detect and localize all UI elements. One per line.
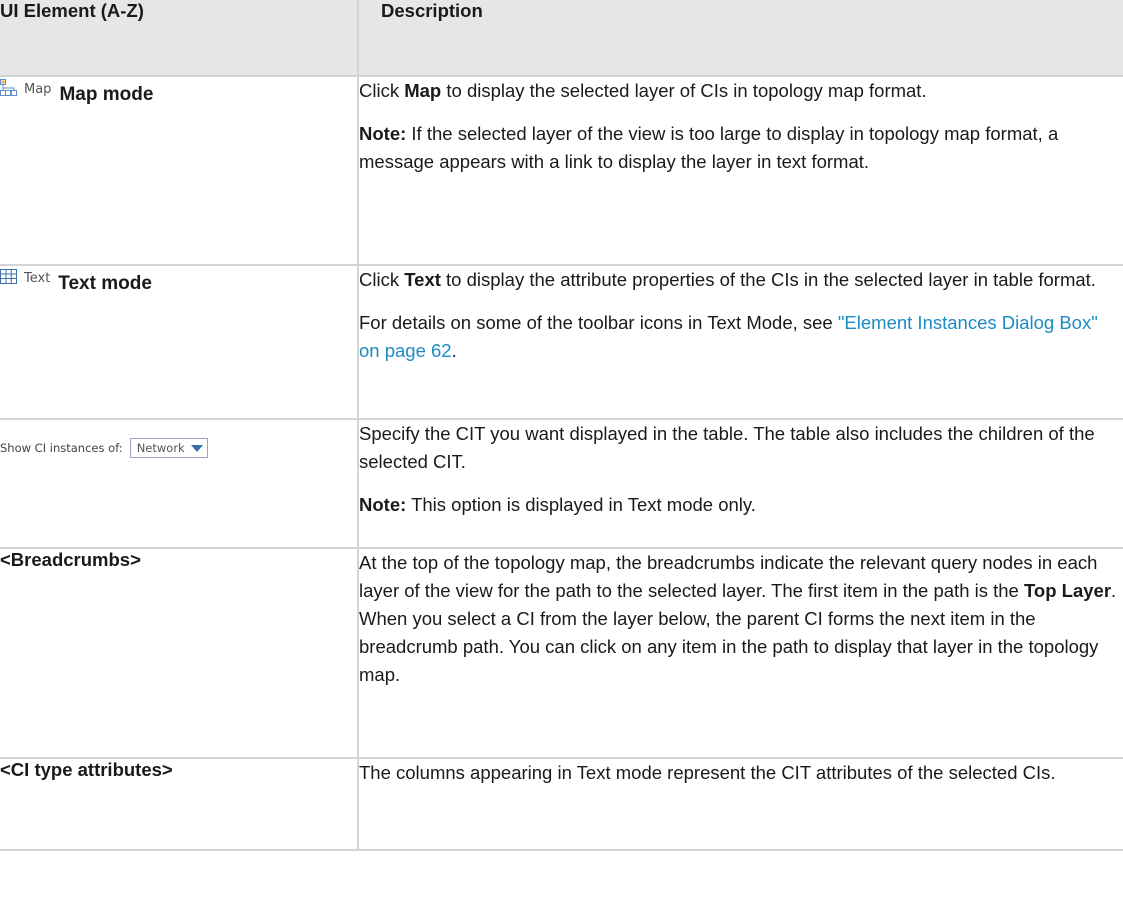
- ui-element-cell: Show CI instances of: Network: [0, 418, 359, 549]
- table-row-show-ci-instances: Show CI instances of: Network Specify th…: [0, 418, 1123, 549]
- note-paragraph: Note: If the selected layer of the view …: [359, 120, 1123, 176]
- text-button-label: Text: [24, 270, 51, 286]
- table-row-breadcrumbs: <Breadcrumbs> At the top of the topology…: [0, 547, 1123, 759]
- bold-term: Top Layer: [1024, 580, 1112, 601]
- text: For details on some of the toolbar icons…: [359, 312, 838, 333]
- ui-element-cell: <CI type attributes>: [0, 757, 359, 851]
- text-button: Text: [0, 268, 51, 288]
- note-paragraph: Note: This option is displayed in Text m…: [359, 491, 1123, 519]
- note-label: Note:: [359, 494, 407, 515]
- text: .: [451, 340, 457, 361]
- cit-select-value: Network: [136, 441, 185, 455]
- show-ci-instances-label: Show CI instances of:: [0, 441, 123, 455]
- bold-term: Text: [404, 269, 441, 290]
- element-title: Map mode: [59, 84, 154, 105]
- description-cell: At the top of the topology map, the brea…: [357, 547, 1123, 759]
- description-paragraph: At the top of the topology map, the brea…: [359, 549, 1123, 689]
- table-row-map-mode: Map Map mode Click Map to display the se…: [0, 75, 1123, 266]
- description-paragraph: Click Map to display the selected layer …: [359, 77, 1123, 105]
- table-header-row: UI Element (A-Z) Description: [0, 0, 1123, 77]
- column-header-ui-element: UI Element (A-Z): [0, 0, 359, 77]
- element-title: Text mode: [58, 273, 152, 294]
- text: Click: [359, 80, 405, 101]
- ui-element-cell: Text Text mode: [0, 264, 359, 420]
- bold-term: Map: [404, 80, 442, 101]
- description-paragraph: For details on some of the toolbar icons…: [359, 309, 1123, 365]
- text: At the top of the topology map, the brea…: [359, 552, 1098, 601]
- table-row-text-mode: Text Text mode Click Text to display the…: [0, 264, 1123, 420]
- description-cell: The columns appearing in Text mode repre…: [357, 757, 1123, 851]
- description-paragraph: The columns appearing in Text mode repre…: [359, 762, 1056, 783]
- element-title: <Breadcrumbs>: [0, 549, 141, 570]
- column-header-description: Description: [357, 0, 1123, 77]
- show-ci-instances-control: Show CI instances of: Network: [0, 438, 208, 458]
- description-paragraph: Specify the CIT you want displayed in th…: [359, 423, 1095, 472]
- element-title: <CI type attributes>: [0, 759, 173, 780]
- description-cell: Specify the CIT you want displayed in th…: [357, 418, 1123, 549]
- map-button-label: Map: [24, 81, 52, 97]
- description-cell: Click Map to display the selected layer …: [357, 75, 1123, 266]
- ui-element-cell: <Breadcrumbs>: [0, 547, 359, 759]
- map-button: Map: [0, 78, 52, 100]
- ui-elements-table: UI Element (A-Z) Description Map Map mod…: [0, 0, 1123, 851]
- chevron-down-icon: [190, 444, 203, 452]
- text: Click: [359, 269, 405, 290]
- table-grid-icon: [0, 268, 17, 288]
- description-cell: Click Text to display the attribute prop…: [357, 264, 1123, 420]
- table-row-ci-type-attributes: <CI type attributes> The columns appeari…: [0, 757, 1123, 851]
- ui-element-cell: Map Map mode: [0, 75, 359, 266]
- map-icon: [0, 78, 17, 100]
- note-text: If the selected layer of the view is too…: [359, 123, 1059, 172]
- cit-select: Network: [129, 438, 208, 458]
- note-text: This option is displayed in Text mode on…: [406, 494, 756, 515]
- description-paragraph: Click Text to display the attribute prop…: [359, 266, 1123, 294]
- text: to display the attribute properties of t…: [440, 269, 1096, 290]
- note-label: Note:: [359, 123, 407, 144]
- text: to display the selected layer of CIs in …: [441, 80, 927, 101]
